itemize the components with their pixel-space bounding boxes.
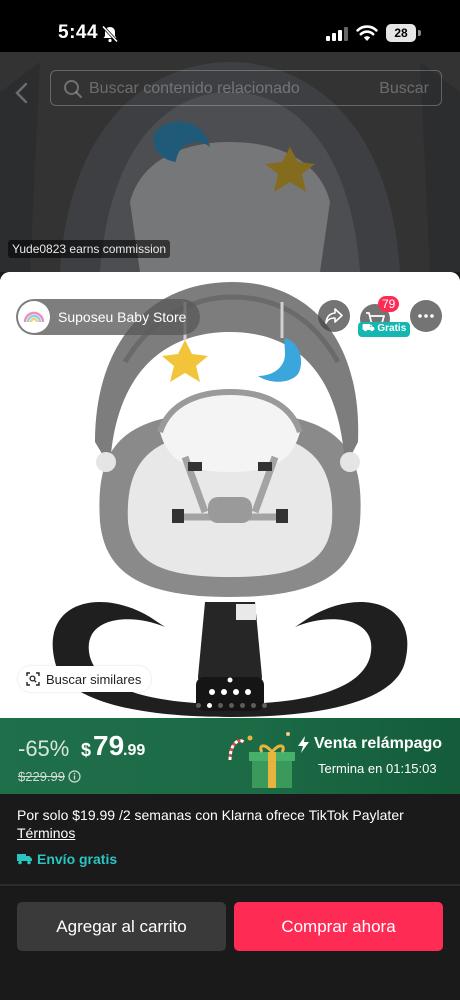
search-placeholder: Buscar contenido relacionado	[89, 80, 300, 97]
payment-shipping-info: Por solo $19.99 /2 semanas con Klarna of…	[0, 794, 460, 884]
price-currency: $	[81, 740, 92, 760]
flash-sale-title: Venta relámpago	[297, 735, 442, 753]
more-options-button[interactable]	[410, 300, 442, 332]
truck-icon	[17, 854, 32, 865]
truck-small-icon: ⛟	[362, 323, 375, 334]
free-shipping-text: Envío gratis	[37, 851, 118, 867]
share-button[interactable]	[318, 300, 350, 332]
commission-tag: Yude0823 earns commission	[8, 240, 171, 258]
add-to-cart-button[interactable]: Agregar al carrito	[17, 902, 226, 951]
battery-icon: 28	[386, 24, 416, 42]
ends-in-label: Termina en	[318, 761, 383, 776]
pagination-dot[interactable]	[262, 703, 267, 708]
battery-tip	[418, 30, 421, 36]
cart-count-badge: 79	[378, 296, 400, 312]
terms-link[interactable]: Términos	[17, 825, 75, 841]
pagination-dot[interactable]	[229, 703, 234, 708]
price-cents: .99	[123, 742, 146, 759]
pagination-dot[interactable]	[207, 703, 212, 708]
pagination-dot[interactable]	[196, 703, 201, 708]
store-button[interactable]: Suposeu Baby Store	[16, 299, 201, 335]
free-shipping-row: Envío gratis	[17, 851, 117, 867]
free-shipping-badge: ⛟ Gratis	[358, 322, 411, 337]
gift-box-icon	[228, 732, 295, 788]
countdown-timer: 01:15:03	[386, 761, 437, 776]
flash-sale-label: Venta relámpago	[314, 735, 443, 752]
signal-icon	[326, 27, 348, 41]
find-similar-button[interactable]: Buscar similares	[18, 666, 152, 692]
screen: 5:44 28 Buscar contenido relacionado Bus…	[0, 0, 460, 1000]
image-search-icon	[26, 672, 40, 686]
share-icon	[325, 308, 343, 324]
info-icon[interactable]	[68, 770, 81, 783]
klarna-text: Por solo $19.99 /2 semanas con Klarna of…	[17, 807, 404, 823]
status-time: 5:44	[58, 22, 99, 43]
status-bar: 5:44 28	[0, 0, 460, 52]
flash-sale-banner[interactable]: -65% $ 79 .99 $229.99 Venta relámpago Te…	[0, 718, 460, 794]
pagination-dot[interactable]	[240, 703, 245, 708]
bell-muted-icon	[101, 25, 119, 43]
search-icon	[64, 80, 82, 98]
action-bar: Agregar al carrito Comprar ahora	[0, 886, 460, 1000]
more-dots-icon	[418, 314, 434, 318]
back-arrow-icon[interactable]	[14, 82, 30, 104]
cart-button[interactable]: 79 ⛟ Gratis	[356, 296, 411, 340]
search-button[interactable]: Buscar	[379, 80, 429, 98]
pagination-dot[interactable]	[251, 703, 256, 708]
search-input[interactable]: Buscar contenido relacionado Buscar	[50, 70, 442, 106]
free-shipping-label: Gratis	[377, 323, 407, 334]
rainbow-logo-icon	[23, 311, 45, 323]
find-similar-label: Buscar similares	[46, 671, 142, 687]
original-price: $229.99	[18, 769, 65, 784]
store-logo	[18, 301, 50, 333]
product-sheet: Suposeu Baby Store 79 ⛟ Gratis Buscar si…	[0, 272, 460, 1000]
pagination-dot[interactable]	[218, 703, 223, 708]
image-pagination	[196, 703, 267, 709]
lightning-icon	[298, 735, 309, 753]
buy-now-button[interactable]: Comprar ahora	[234, 902, 443, 951]
wifi-icon	[356, 25, 378, 41]
background-page: Buscar contenido relacionado Buscar Yude…	[0, 52, 460, 272]
store-name: Suposeu Baby Store	[58, 309, 187, 325]
discount-label: -65%	[18, 736, 70, 761]
price-main: 79	[93, 730, 125, 761]
